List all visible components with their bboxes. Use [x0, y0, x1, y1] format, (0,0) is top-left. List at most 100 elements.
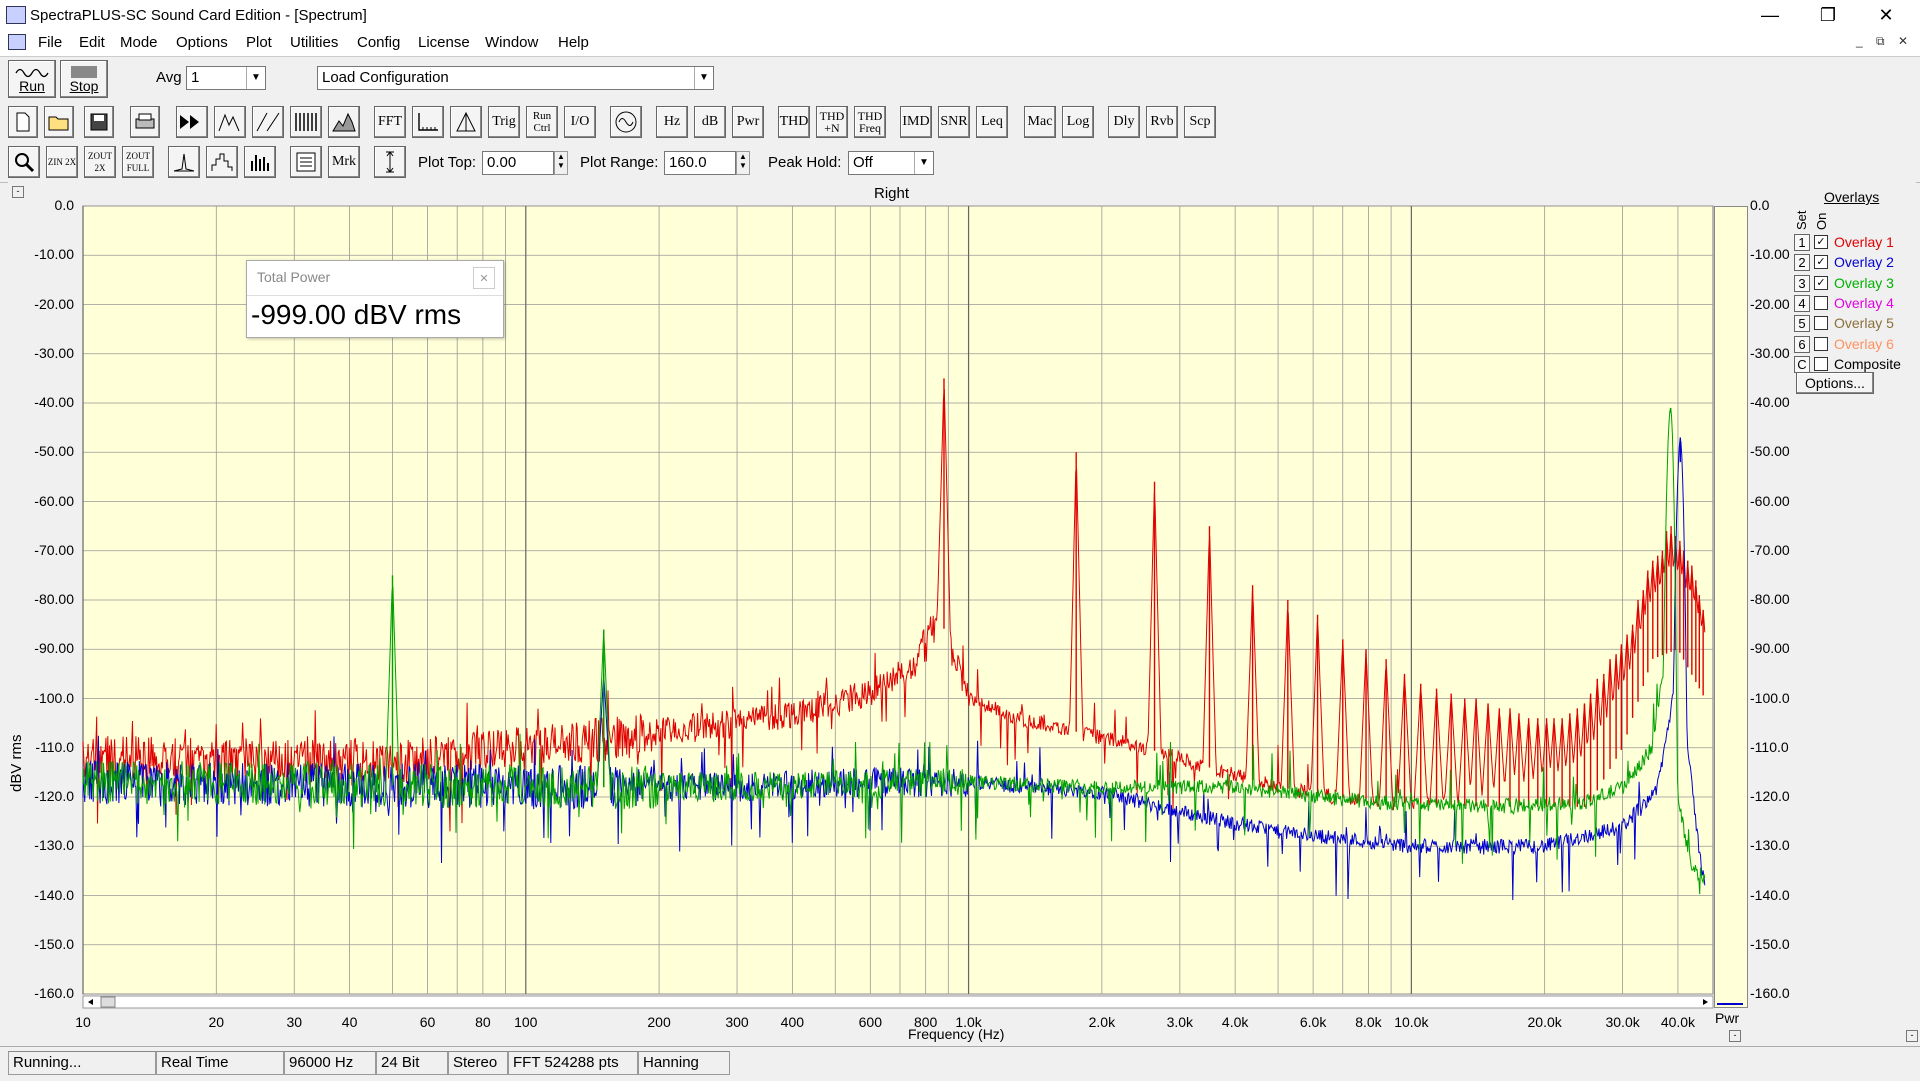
menu-edit[interactable]: Edit — [79, 34, 105, 51]
avg-select[interactable]: 1 ▼ — [186, 66, 266, 90]
bar-plot-icon[interactable] — [244, 146, 276, 178]
stop-label: Stop — [69, 78, 99, 94]
minimize-button[interactable]: — — [1742, 0, 1798, 30]
fft-button[interactable]: FFT — [374, 106, 406, 138]
overlay-checkbox[interactable] — [1814, 336, 1828, 351]
spectrogram-icon[interactable] — [290, 106, 322, 138]
thd-n-button[interactable]: THD +N — [816, 106, 848, 138]
overlay-set-button[interactable]: 5 — [1794, 315, 1810, 333]
overlay-checkbox[interactable]: ✓ — [1814, 235, 1828, 249]
thd-button[interactable]: THD — [778, 106, 810, 138]
menu-plot[interactable]: Plot — [246, 34, 272, 51]
toolbar-functions: FFT Trig Run Ctrl I/O Hz dB Pwr THD THD … — [0, 102, 1920, 143]
total-power-close-button[interactable]: ✕ — [473, 267, 495, 289]
overlay-set-button[interactable]: 3 — [1794, 274, 1810, 292]
app-icon[interactable] — [6, 6, 26, 24]
save-icon[interactable] — [84, 106, 114, 138]
overlay-set-button[interactable]: 4 — [1794, 294, 1810, 312]
doc-icon[interactable] — [8, 34, 26, 50]
plot-top-spinner[interactable]: ▲ ▼ — [554, 151, 568, 175]
scp-button[interactable]: Scp — [1184, 106, 1216, 138]
mac-button[interactable]: Mac — [1024, 106, 1056, 138]
list-icon[interactable] — [290, 146, 322, 178]
zoom-icon[interactable] — [8, 146, 40, 178]
axis-icon[interactable] — [412, 106, 444, 138]
power-meter — [1714, 206, 1748, 1008]
leq-button[interactable]: Leq — [976, 106, 1008, 138]
total-power-titlebar[interactable]: Total Power ✕ — [247, 261, 503, 296]
scrollbar-thumb[interactable] — [100, 996, 116, 1008]
zoom-out-2x-button[interactable]: ZOUT 2X — [84, 146, 116, 178]
title-bar: SpectraPLUS-SC Sound Card Edition - [Spe… — [0, 0, 1920, 30]
stop-button[interactable]: Stop — [60, 60, 108, 98]
close-button[interactable]: ✕ — [1858, 0, 1914, 30]
mdi-minimize-button[interactable]: _ — [1856, 34, 1863, 48]
open-folder-icon[interactable] — [44, 106, 74, 138]
log-button[interactable]: Log — [1062, 106, 1094, 138]
peak-hold-select[interactable]: Off ▼ — [848, 151, 934, 175]
total-power-value: -999.00 dBV rms — [251, 299, 462, 330]
menu-utilities[interactable]: Utilities — [290, 34, 338, 51]
restore-button[interactable]: ❐ — [1800, 0, 1856, 30]
overlays-options-button[interactable]: Options... — [1796, 372, 1874, 394]
zoom-in-2x-button[interactable]: ZIN 2X — [46, 146, 78, 178]
new-file-icon[interactable] — [8, 106, 38, 138]
menu-mode[interactable]: Mode — [120, 34, 158, 51]
overlay-set-button[interactable]: C — [1794, 355, 1810, 373]
x-tick-label: 3.0k — [1166, 1014, 1194, 1030]
overlay-set-button[interactable]: 6 — [1794, 335, 1810, 353]
signal-generator-icon[interactable] — [610, 106, 642, 138]
print-icon[interactable] — [130, 106, 160, 138]
imd-button[interactable]: IMD — [900, 106, 932, 138]
dly-button[interactable]: Dly — [1108, 106, 1140, 138]
io-button[interactable]: I/O — [564, 106, 596, 138]
overlay-set-button[interactable]: 1 — [1794, 234, 1810, 251]
mdi-restore-button[interactable]: ⧉ — [1876, 34, 1885, 49]
x-tick-label: 600 — [858, 1014, 882, 1030]
mrk-button[interactable]: Mrk — [328, 146, 360, 178]
line-plot-icon[interactable] — [168, 146, 200, 178]
overlay-label: Overlay 1 — [1834, 234, 1894, 250]
mdi-close-button[interactable]: ✕ — [1898, 34, 1908, 48]
menu-license[interactable]: License — [418, 34, 470, 51]
cursor-icon[interactable] — [450, 106, 482, 138]
menu-config[interactable]: Config — [357, 34, 400, 51]
thd-freq-button[interactable]: THD Freq — [854, 106, 886, 138]
menu-help[interactable]: Help — [558, 34, 589, 51]
rvb-button[interactable]: Rvb — [1146, 106, 1178, 138]
overlay-label: Overlay 6 — [1834, 335, 1894, 352]
peak-hold-label: Peak Hold: — [768, 154, 842, 171]
vertical-range-icon[interactable] — [374, 146, 406, 178]
y-tick-label-right: -120.0 — [1750, 788, 1790, 804]
zoom-full-button[interactable]: ZOUT FULL — [122, 146, 154, 178]
plot-range-input[interactable]: 160.0 — [664, 151, 736, 175]
run-ctrl-button[interactable]: Run Ctrl — [526, 106, 558, 138]
3d-surface-icon[interactable] — [328, 106, 360, 138]
overlay-checkbox[interactable] — [1814, 316, 1828, 331]
snr-button[interactable]: SNR — [938, 106, 970, 138]
fast-forward-icon[interactable] — [176, 106, 208, 138]
time-series-icon[interactable] — [252, 106, 284, 138]
run-button[interactable]: Run — [8, 60, 56, 98]
overlay-checkbox[interactable]: ✓ — [1814, 255, 1828, 270]
plot-range-spinner[interactable]: ▲ ▼ — [736, 151, 750, 175]
menu-window[interactable]: Window — [485, 34, 538, 51]
menu-file[interactable]: File — [38, 34, 62, 51]
horizontal-scrollbar[interactable] — [82, 995, 1714, 1009]
menu-options[interactable]: Options — [176, 34, 228, 51]
hz-button[interactable]: Hz — [656, 106, 688, 138]
trig-button[interactable]: Trig — [488, 106, 520, 138]
step-plot-icon[interactable] — [206, 146, 238, 178]
config-select[interactable]: Load Configuration ▼ — [317, 66, 714, 90]
overlay-set-button[interactable]: 2 — [1794, 254, 1810, 272]
pwr-button[interactable]: Pwr — [732, 106, 764, 138]
x-tick-label: 4.0k — [1221, 1014, 1249, 1030]
y-tick-label: -140.0 — [34, 886, 74, 903]
overlay-checkbox[interactable] — [1814, 295, 1828, 310]
spectrum-time-icon[interactable] — [214, 106, 246, 138]
overlay-checkbox[interactable]: ✓ — [1814, 275, 1828, 290]
overlay-checkbox[interactable] — [1814, 356, 1828, 371]
plot-top-input[interactable]: 0.00 — [482, 151, 554, 175]
total-power-window[interactable]: Total Power ✕ -999.00 dBV rms — [246, 260, 504, 338]
db-button[interactable]: dB — [694, 106, 726, 138]
